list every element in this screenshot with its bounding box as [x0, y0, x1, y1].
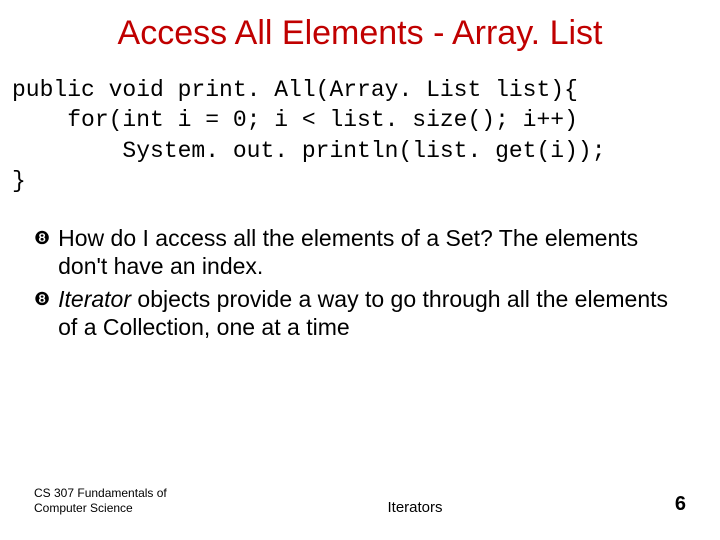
footer-page-number: 6	[626, 493, 686, 516]
italic-term: Iterator	[58, 286, 131, 312]
bullet-marker-icon: ❽	[34, 285, 50, 313]
code-line: public void print. All(Array. List list)…	[12, 77, 578, 103]
bullet-text: Iterator objects provide a way to go thr…	[58, 285, 686, 341]
slide-footer: CS 307 Fundamentals of Computer Science …	[0, 486, 720, 516]
code-line: for(int i = 0; i < list. size(); i++)	[12, 107, 578, 133]
code-line: }	[12, 168, 26, 194]
slide-title: Access All Elements - Array. List	[0, 0, 720, 53]
footer-course: CS 307 Fundamentals of Computer Science	[34, 486, 204, 516]
code-line: System. out. println(list. get(i));	[12, 138, 606, 164]
footer-topic: Iterators	[204, 499, 626, 516]
bullet-text-rest: objects provide a way to go through all …	[58, 286, 668, 340]
bullet-marker-icon: ❽	[34, 224, 50, 252]
bullet-text: How do I access all the elements of a Se…	[58, 224, 686, 280]
bullet-list: ❽ How do I access all the elements of a …	[0, 196, 720, 340]
bullet-item: ❽ How do I access all the elements of a …	[34, 224, 686, 280]
code-block: public void print. All(Array. List list)…	[0, 53, 720, 196]
bullet-item: ❽ Iterator objects provide a way to go t…	[34, 285, 686, 341]
